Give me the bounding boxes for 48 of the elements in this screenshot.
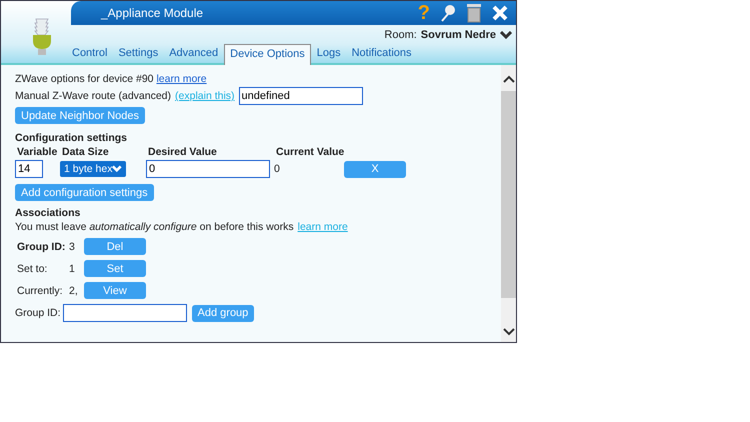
- tab[interactable]: Device Options: [224, 44, 311, 65]
- association-label: Currently:: [16, 284, 64, 296]
- scroll-up-icon[interactable]: [502, 75, 514, 83]
- tab[interactable]: Logs: [312, 44, 346, 65]
- remove-button[interactable]: X: [344, 160, 406, 178]
- tab[interactable]: Advanced: [164, 44, 224, 65]
- add-group-button[interactable]: Add group: [192, 304, 254, 322]
- explain-link[interactable]: (explain this): [175, 90, 235, 102]
- add-configuration-button[interactable]: Add configuration settings: [15, 184, 154, 201]
- current-value: 0: [274, 163, 281, 175]
- associations-note: You must leave automatically configure on before this works: [15, 221, 294, 233]
- section-heading: Configuration settings: [15, 132, 127, 144]
- association-button[interactable]: Set: [84, 260, 146, 277]
- route-field[interactable]: undefined: [238, 87, 363, 105]
- association-value: 3: [69, 240, 76, 252]
- group-id-label: Group ID:: [15, 307, 61, 319]
- association-button[interactable]: Del: [84, 238, 146, 255]
- scrollbar[interactable]: [501, 65, 516, 342]
- column-header: Current Value: [275, 146, 344, 158]
- scroll-down-icon[interactable]: [502, 328, 514, 336]
- chevron-down-icon[interactable]: [500, 31, 512, 39]
- column-header: Data Size: [61, 146, 110, 158]
- group-id-field[interactable]: [62, 304, 187, 322]
- route-label: Manual Z-Wave route (advanced): [15, 90, 172, 102]
- room-name: Sovrum Nedre: [420, 29, 496, 41]
- tab[interactable]: Settings: [113, 44, 164, 65]
- device-options-text: ZWave options for device #90 learn more: [15, 73, 207, 85]
- chevron-down-icon: [112, 165, 122, 173]
- update-neighbor-nodes-button[interactable]: Update Neighbor Nodes: [15, 107, 146, 124]
- learn-more-link[interactable]: learn more: [298, 221, 348, 233]
- association-label: Set to:: [16, 262, 48, 274]
- association-value: 2,: [69, 284, 79, 296]
- data-size-dropdown[interactable]: 1 byte hex: [60, 161, 126, 177]
- association-value: 1: [69, 262, 76, 274]
- variable-field[interactable]: 14: [15, 160, 43, 178]
- close-icon[interactable]: [492, 5, 508, 21]
- window-title: _Appliance Module: [101, 6, 204, 20]
- column-header: Variable: [16, 146, 58, 158]
- association-label: Group ID:: [16, 240, 66, 252]
- desired-value-field[interactable]: 0: [146, 160, 270, 178]
- learn-more-link[interactable]: learn more: [156, 73, 207, 85]
- room-label: Room:: [384, 29, 417, 41]
- section-heading: Associations: [15, 207, 80, 219]
- column-header: Desired Value: [147, 146, 218, 158]
- association-button[interactable]: View: [84, 282, 146, 299]
- tab[interactable]: Notifications: [346, 44, 417, 65]
- tab[interactable]: Control: [67, 44, 112, 65]
- trash-icon[interactable]: [466, 3, 482, 23]
